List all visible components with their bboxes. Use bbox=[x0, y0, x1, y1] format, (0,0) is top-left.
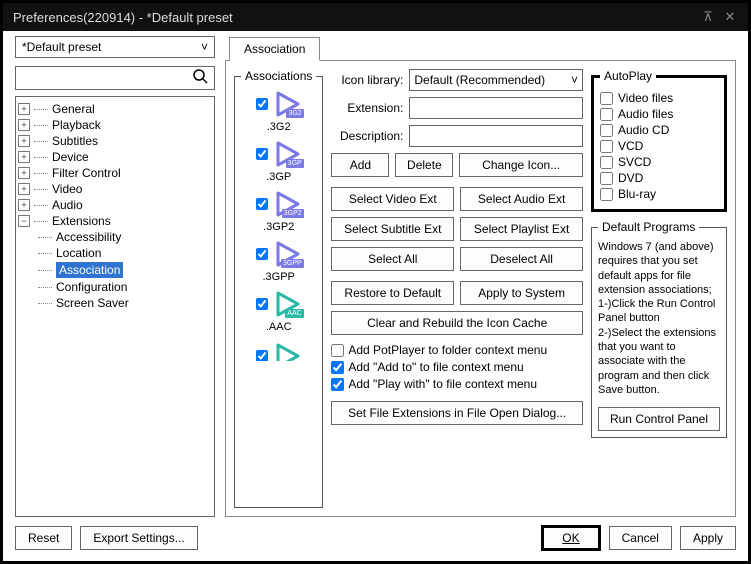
expand-icon[interactable]: + bbox=[18, 135, 30, 147]
assoc-item-aac[interactable]: AAC .AAC bbox=[241, 289, 316, 333]
assoc-checkbox[interactable] bbox=[256, 350, 268, 361]
export-settings-button[interactable]: Export Settings... bbox=[80, 526, 197, 550]
assoc-checkbox[interactable] bbox=[256, 198, 268, 210]
nav-tree: +General +Playback +Subtitles +Device +F… bbox=[15, 96, 215, 517]
set-file-ext-dialog-button[interactable]: Set File Extensions in File Open Dialog.… bbox=[331, 401, 583, 425]
assoc-ext-label: .3GP bbox=[266, 171, 291, 183]
expand-icon[interactable]: + bbox=[18, 119, 30, 131]
assoc-item-3gpp[interactable]: 3GPP .3GPP bbox=[241, 239, 316, 283]
pin-icon[interactable]: ⊼ bbox=[700, 9, 716, 25]
context-add-play-with[interactable]: Add "Play with" to file context menu bbox=[331, 377, 583, 391]
assoc-item-3g2[interactable]: 3G2 .3G2 bbox=[241, 89, 316, 133]
assoc-checkbox[interactable] bbox=[256, 148, 268, 160]
play-icon: 3GP2 bbox=[272, 189, 302, 219]
expand-icon[interactable]: + bbox=[18, 183, 30, 195]
associations-group: Associations 3G2 .3G2 bbox=[234, 69, 323, 508]
select-playlist-ext-button[interactable]: Select Playlist Ext bbox=[460, 217, 583, 241]
play-icon: 3GPP bbox=[272, 239, 302, 269]
select-subtitle-ext-button[interactable]: Select Subtitle Ext bbox=[331, 217, 454, 241]
context-add-to[interactable]: Add "Add to" to file context menu bbox=[331, 360, 583, 374]
assoc-item-3gp2[interactable]: 3GP2 .3GP2 bbox=[241, 189, 316, 233]
tree-item-playback[interactable]: +Playback bbox=[16, 117, 214, 133]
clear-icon-cache-button[interactable]: Clear and Rebuild the Icon Cache bbox=[331, 311, 583, 335]
ok-button[interactable]: OK bbox=[541, 525, 600, 551]
assoc-checkbox[interactable] bbox=[256, 248, 268, 260]
tree-item-device[interactable]: +Device bbox=[16, 149, 214, 165]
select-video-ext-button[interactable]: Select Video Ext bbox=[331, 187, 454, 211]
description-input[interactable] bbox=[409, 125, 583, 147]
window-title: Preferences(220914) - *Default preset bbox=[13, 10, 694, 25]
delete-button[interactable]: Delete bbox=[395, 153, 453, 177]
assoc-ext-label: .3GPP bbox=[262, 271, 294, 283]
reset-button[interactable]: Reset bbox=[15, 526, 72, 550]
preset-dropdown[interactable]: *Default preset ˅ bbox=[15, 36, 215, 58]
tab-association[interactable]: Association bbox=[229, 37, 320, 61]
autoplay-dvd[interactable]: DVD bbox=[600, 171, 718, 185]
icon-library-dropdown[interactable]: Default (Recommended) ˅ bbox=[409, 69, 583, 91]
autoplay-legend: AutoPlay bbox=[600, 69, 656, 83]
run-control-panel-button[interactable]: Run Control Panel bbox=[598, 407, 720, 431]
apply-to-system-button[interactable]: Apply to System bbox=[460, 281, 583, 305]
assoc-ext-label: .3GP2 bbox=[263, 221, 294, 233]
description-label: Description: bbox=[331, 129, 403, 143]
close-icon[interactable]: ✕ bbox=[722, 9, 738, 25]
autoplay-vcd[interactable]: VCD bbox=[600, 139, 718, 153]
default-programs-group: Default Programs Windows 7 (and above) r… bbox=[591, 220, 727, 438]
tree-item-extensions[interactable]: −Extensions bbox=[16, 213, 214, 229]
select-all-button[interactable]: Select All bbox=[331, 247, 454, 271]
restore-default-button[interactable]: Restore to Default bbox=[331, 281, 454, 305]
tree-item-subtitles[interactable]: +Subtitles bbox=[16, 133, 214, 149]
autoplay-audio-files[interactable]: Audio files bbox=[600, 107, 718, 121]
icon-library-label: Icon library: bbox=[331, 73, 403, 87]
tree-item-general[interactable]: +General bbox=[16, 101, 214, 117]
deselect-all-button[interactable]: Deselect All bbox=[460, 247, 583, 271]
tree-item-configuration[interactable]: Configuration bbox=[16, 279, 214, 295]
tree-item-audio[interactable]: +Audio bbox=[16, 197, 214, 213]
assoc-ext-label: .AAC bbox=[266, 321, 292, 333]
cancel-button[interactable]: Cancel bbox=[609, 526, 672, 550]
autoplay-group: AutoPlay Video files Audio files Audio C… bbox=[591, 69, 727, 212]
apply-button[interactable]: Apply bbox=[680, 526, 736, 550]
search-input-wrap[interactable] bbox=[15, 66, 215, 90]
assoc-item-more[interactable] bbox=[241, 341, 316, 361]
chevron-down-icon: ˅ bbox=[571, 73, 578, 87]
chevron-down-icon: ˅ bbox=[201, 40, 208, 54]
expand-icon[interactable]: + bbox=[18, 103, 30, 115]
search-icon[interactable] bbox=[186, 68, 214, 88]
tree-item-accessibility[interactable]: Accessibility bbox=[16, 229, 214, 245]
expand-icon[interactable]: + bbox=[18, 167, 30, 179]
tree-item-filter-control[interactable]: +Filter Control bbox=[16, 165, 214, 181]
play-icon: AAC bbox=[272, 289, 302, 319]
extension-input[interactable] bbox=[409, 97, 583, 119]
autoplay-svcd[interactable]: SVCD bbox=[600, 155, 718, 169]
default-programs-desc: Windows 7 (and above) requires that you … bbox=[598, 240, 720, 397]
change-icon-button[interactable]: Change Icon... bbox=[459, 153, 583, 177]
tree-item-location[interactable]: Location bbox=[16, 245, 214, 261]
assoc-ext-label: .3G2 bbox=[267, 121, 291, 133]
context-add-potplayer[interactable]: Add PotPlayer to folder context menu bbox=[331, 343, 583, 357]
expand-icon[interactable]: + bbox=[18, 151, 30, 163]
autoplay-bluray[interactable]: Blu-ray bbox=[600, 187, 718, 201]
autoplay-video-files[interactable]: Video files bbox=[600, 91, 718, 105]
preset-selected: *Default preset bbox=[22, 40, 101, 54]
expand-icon[interactable]: + bbox=[18, 199, 30, 211]
assoc-checkbox[interactable] bbox=[256, 98, 268, 110]
play-icon bbox=[272, 341, 302, 361]
play-icon: 3G2 bbox=[272, 89, 302, 119]
autoplay-audio-cd[interactable]: Audio CD bbox=[600, 123, 718, 137]
play-icon: 3GP bbox=[272, 139, 302, 169]
tree-item-screen-saver[interactable]: Screen Saver bbox=[16, 295, 214, 311]
extension-label: Extension: bbox=[331, 101, 403, 115]
tree-item-association[interactable]: Association bbox=[16, 261, 214, 279]
select-audio-ext-button[interactable]: Select Audio Ext bbox=[460, 187, 583, 211]
assoc-item-3gp[interactable]: 3GP .3GP bbox=[241, 139, 316, 183]
tree-item-video[interactable]: +Video bbox=[16, 181, 214, 197]
add-button[interactable]: Add bbox=[331, 153, 389, 177]
collapse-icon[interactable]: − bbox=[18, 215, 30, 227]
search-input[interactable] bbox=[16, 67, 186, 89]
associations-legend: Associations bbox=[241, 69, 316, 83]
assoc-checkbox[interactable] bbox=[256, 298, 268, 310]
default-programs-legend: Default Programs bbox=[598, 220, 699, 234]
